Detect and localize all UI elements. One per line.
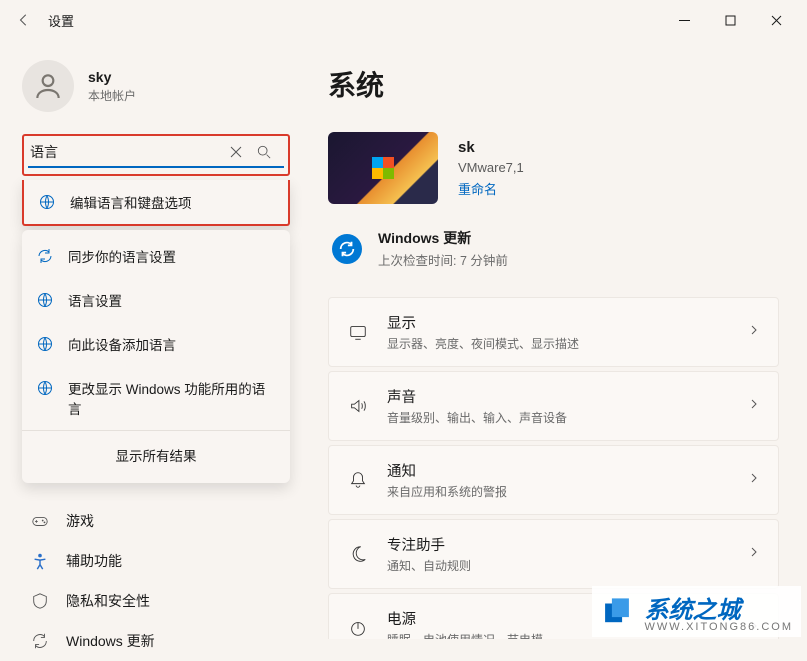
main-content: 系统 sk VMware7,1 重命名 Windows 更新 上次检查时间: 7… — [300, 40, 807, 639]
close-button[interactable] — [753, 4, 799, 36]
nav-item-update[interactable]: Windows 更新 — [22, 621, 290, 661]
chevron-right-icon — [748, 471, 760, 489]
search-suggestions: 同步你的语言设置 语言设置 向此设备添加语言 更改显示 Windows 功能所用… — [22, 230, 290, 483]
pc-name: sk — [458, 139, 524, 156]
power-icon — [347, 617, 369, 639]
maximize-button[interactable] — [707, 4, 753, 36]
suggestion-item[interactable]: 更改显示 Windows 功能所用的语言 — [22, 366, 290, 430]
user-account-block[interactable]: sky 本地帐户 — [8, 48, 300, 128]
chevron-right-icon — [748, 323, 760, 341]
nav-label: Windows 更新 — [66, 631, 155, 651]
nav-item-privacy[interactable]: 隐私和安全性 — [22, 581, 290, 621]
setting-notifications[interactable]: 通知来自应用和系统的警报 — [328, 445, 779, 515]
accessibility-icon — [30, 551, 50, 571]
nav-item-gaming[interactable]: 游戏 — [22, 501, 290, 541]
setting-focus[interactable]: 专注助手通知、自动规则 — [328, 519, 779, 589]
setting-sub: 显示器、亮度、夜间模式、显示描述 — [387, 335, 730, 352]
update-icon — [30, 631, 50, 651]
nav-label: 游戏 — [66, 511, 94, 531]
update-title: Windows 更新 — [378, 228, 508, 248]
setting-sound[interactable]: 声音音量级别、输出、输入、声音设备 — [328, 371, 779, 441]
sound-icon — [347, 395, 369, 417]
suggestion-item[interactable]: 语言设置 — [22, 278, 290, 322]
pc-info-block: sk VMware7,1 重命名 — [328, 132, 779, 204]
nav-list: 游戏 辅助功能 隐私和安全性 Windows 更新 — [8, 501, 300, 661]
search-suggestions-highlighted: 编辑语言和键盘选项 — [22, 180, 290, 226]
watermark-text: 系统之城 — [644, 597, 740, 624]
moon-icon — [347, 543, 369, 565]
minimize-button[interactable] — [661, 4, 707, 36]
search-icon[interactable] — [250, 145, 278, 159]
setting-title: 声音 — [387, 386, 730, 407]
window-title: 设置 — [48, 11, 74, 30]
clear-icon[interactable] — [222, 146, 250, 158]
suggestion-label: 语言设置 — [68, 290, 122, 310]
suggestion-item[interactable]: 编辑语言和键盘选项 — [24, 180, 288, 224]
setting-sub: 来自应用和系统的警报 — [387, 483, 730, 500]
globe-icon — [36, 335, 54, 353]
search-input[interactable] — [30, 144, 222, 160]
watermark-url: WWW.XITONG86.COM — [644, 621, 793, 633]
setting-title: 显示 — [387, 312, 730, 333]
back-button[interactable] — [8, 4, 40, 36]
nav-label: 隐私和安全性 — [66, 591, 150, 611]
watermark: 系统之城 WWW.XITONG86.COM — [592, 586, 801, 637]
shield-icon — [30, 591, 50, 611]
search-box-highlight — [22, 134, 290, 176]
chevron-right-icon — [748, 545, 760, 563]
page-title: 系统 — [328, 64, 779, 104]
sidebar: sky 本地帐户 编辑语言和键盘选项 同步你的语言设置 — [0, 40, 300, 639]
update-subtitle: 上次检查时间: 7 分钟前 — [378, 250, 508, 269]
update-status-icon — [332, 234, 362, 264]
setting-display[interactable]: 显示显示器、亮度、夜间模式、显示描述 — [328, 297, 779, 367]
nav-item-accessibility[interactable]: 辅助功能 — [22, 541, 290, 581]
suggestion-label: 更改显示 Windows 功能所用的语言 — [68, 378, 276, 418]
suggestion-item[interactable]: 同步你的语言设置 — [22, 234, 290, 278]
update-status[interactable]: Windows 更新 上次检查时间: 7 分钟前 — [328, 228, 779, 269]
sync-icon — [36, 247, 54, 265]
suggestion-label: 同步你的语言设置 — [68, 246, 176, 266]
display-icon — [347, 321, 369, 343]
setting-sub: 音量级别、输出、输入、声音设备 — [387, 409, 730, 426]
watermark-logo-icon — [600, 595, 634, 629]
suggestion-label: 向此设备添加语言 — [68, 334, 176, 354]
bell-icon — [347, 469, 369, 491]
pc-model: VMware7,1 — [458, 160, 524, 175]
setting-title: 通知 — [387, 460, 730, 481]
suggestion-label: 编辑语言和键盘选项 — [70, 192, 192, 212]
suggestion-item[interactable]: 向此设备添加语言 — [22, 322, 290, 366]
pc-thumbnail — [328, 132, 438, 204]
chevron-right-icon — [748, 397, 760, 415]
setting-sub: 通知、自动规则 — [387, 557, 730, 574]
rename-link[interactable]: 重命名 — [458, 179, 524, 198]
user-subtitle: 本地帐户 — [88, 87, 136, 104]
globe-icon — [38, 193, 56, 211]
nav-label: 辅助功能 — [66, 551, 122, 571]
user-name: sky — [88, 69, 136, 85]
show-all-results[interactable]: 显示所有结果 — [22, 430, 290, 479]
globe-icon — [36, 379, 54, 397]
globe-icon — [36, 291, 54, 309]
setting-title: 专注助手 — [387, 534, 730, 555]
gamepad-icon — [30, 511, 50, 531]
avatar — [22, 60, 74, 112]
